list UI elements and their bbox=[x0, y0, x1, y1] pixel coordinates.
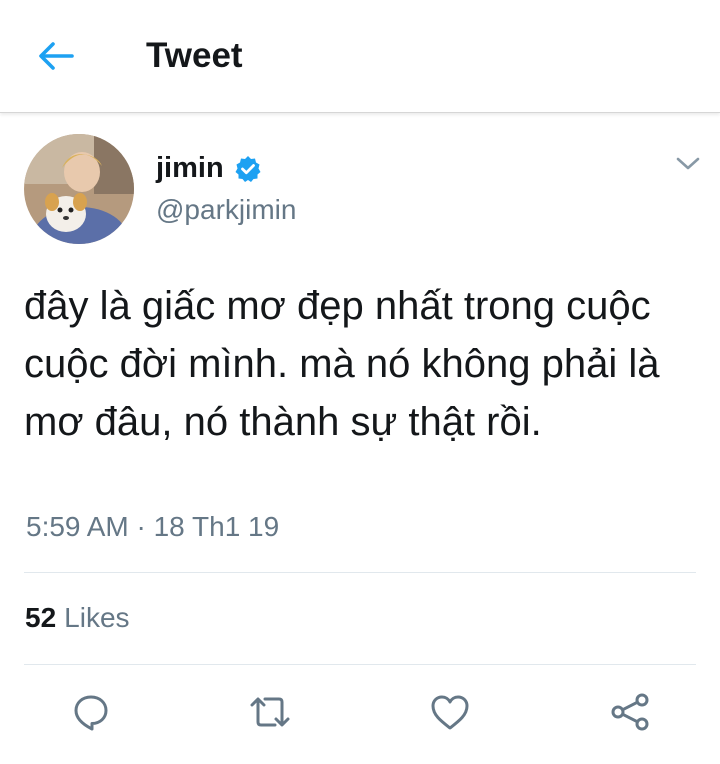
divider bbox=[24, 572, 696, 573]
retweet-icon bbox=[250, 697, 290, 727]
likes-count-link[interactable]: 52 Likes bbox=[25, 602, 130, 634]
verified-badge-icon bbox=[234, 155, 262, 183]
likes-count: 52 bbox=[25, 602, 57, 633]
chevron-down-icon bbox=[676, 157, 700, 170]
back-button[interactable] bbox=[30, 32, 82, 80]
author-name-row[interactable]: jimin bbox=[156, 152, 262, 185]
retweet-button[interactable] bbox=[248, 690, 292, 734]
arrow-left-icon bbox=[39, 42, 74, 70]
divider bbox=[24, 664, 696, 665]
page-title: Tweet bbox=[146, 36, 243, 75]
likes-label: Likes bbox=[64, 602, 130, 633]
tweet-menu-button[interactable] bbox=[674, 152, 702, 176]
share-icon bbox=[611, 693, 649, 731]
avatar[interactable] bbox=[24, 134, 134, 244]
share-button[interactable] bbox=[608, 690, 652, 734]
top-app-bar: Tweet bbox=[0, 0, 720, 113]
tweet-text: đây là giấc mơ đẹp nhất trong cuộc cuộc … bbox=[24, 284, 660, 444]
author-handle[interactable]: @parkjimin bbox=[156, 194, 296, 226]
avatar-image bbox=[24, 134, 134, 244]
like-button[interactable] bbox=[428, 690, 472, 734]
tweet-timestamp: 5:59 AM · 18 Th1 19 bbox=[26, 511, 280, 542]
reply-button[interactable] bbox=[69, 690, 113, 734]
heart-icon bbox=[431, 695, 469, 730]
author-display-name[interactable]: jimin bbox=[156, 152, 224, 185]
reply-icon bbox=[74, 695, 108, 731]
